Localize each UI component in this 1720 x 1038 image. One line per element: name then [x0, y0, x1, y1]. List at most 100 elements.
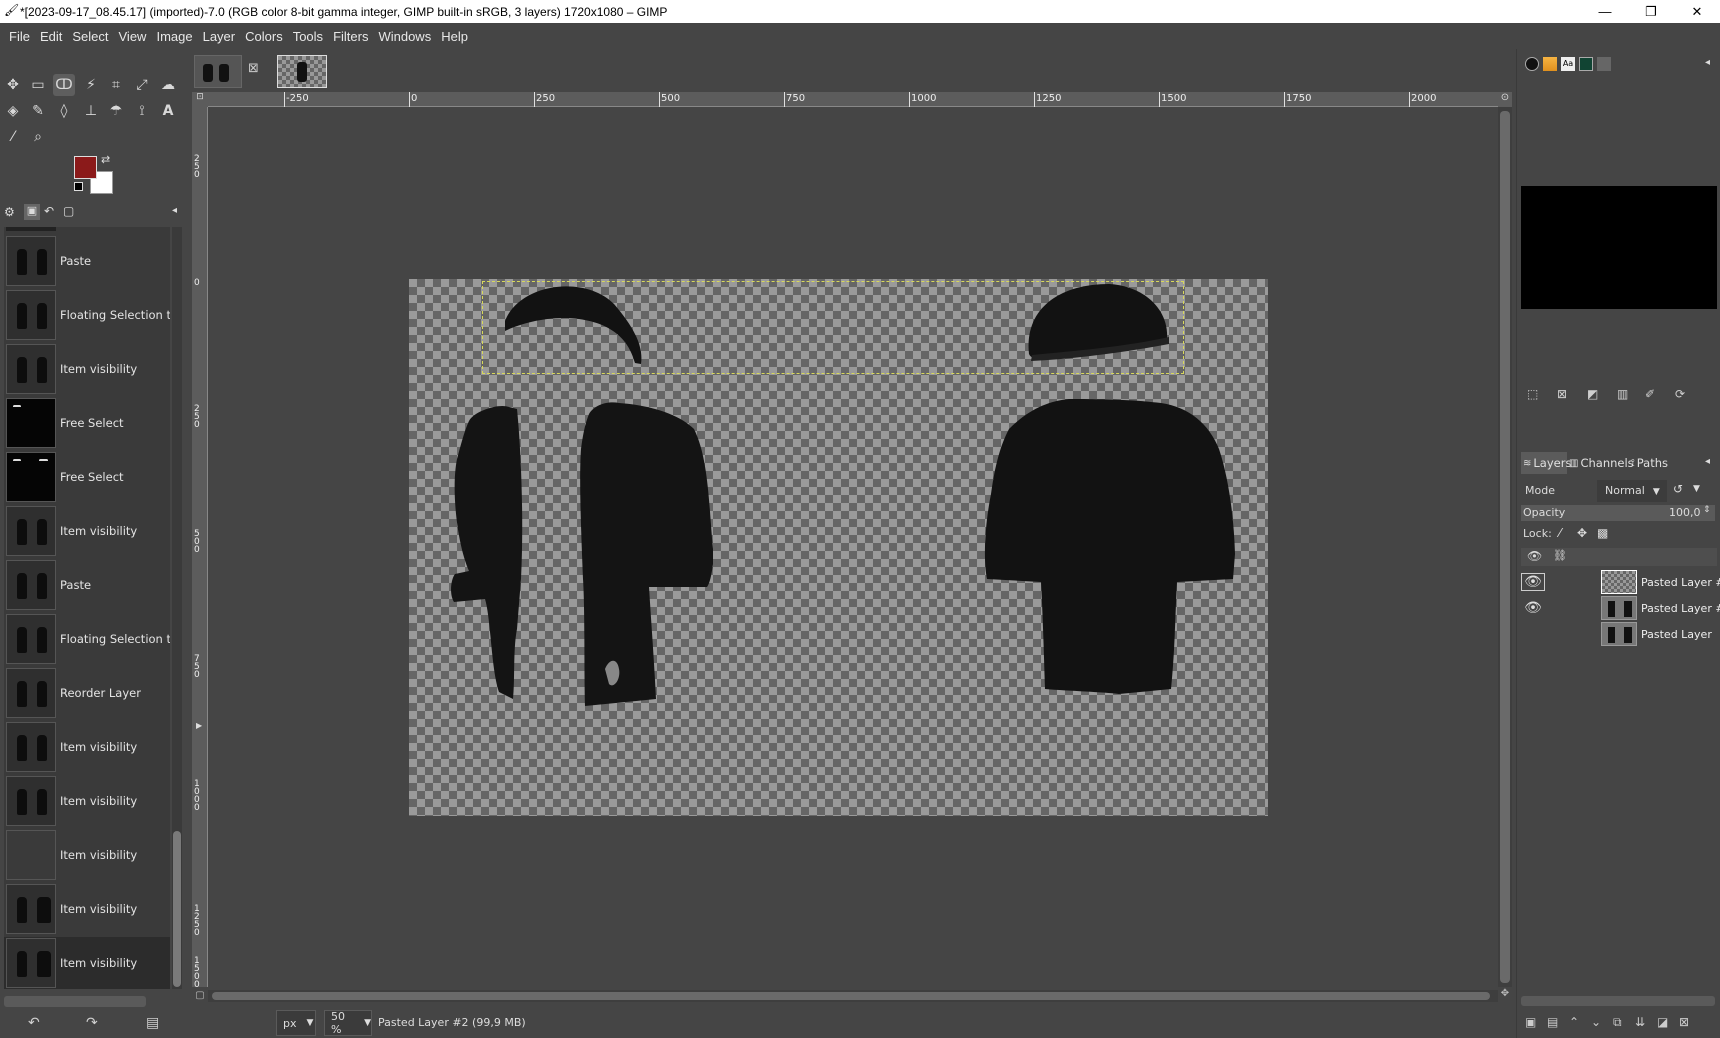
- merge-down-icon[interactable]: ⇊: [1635, 1015, 1645, 1029]
- unit-select[interactable]: px ▼: [276, 1010, 316, 1036]
- text-tool-icon[interactable]: A: [157, 100, 179, 122]
- menu-filters[interactable]: Filters: [328, 29, 373, 44]
- document-history-tab-icon[interactable]: [1579, 57, 1593, 71]
- undo-item[interactable]: Item visibility: [4, 721, 170, 773]
- tab-layers[interactable]: ≋ Layers: [1521, 452, 1571, 474]
- paths-tool-icon[interactable]: ⟟: [131, 100, 153, 122]
- menu-image[interactable]: Image: [151, 29, 197, 44]
- undo-item[interactable]: Free Select: [4, 397, 170, 449]
- image-canvas[interactable]: [409, 279, 1268, 816]
- undo-item[interactable]: Item visibility: [4, 883, 170, 935]
- device-status-tab-icon[interactable]: ▣: [24, 204, 40, 220]
- refresh-icon[interactable]: ⟳: [1675, 387, 1685, 401]
- undo-item[interactable]: Item visibility: [4, 829, 170, 881]
- layer-name[interactable]: Pasted Layer: [1641, 628, 1712, 641]
- layer-row[interactable]: 👁 Pasted Layer #1: [1521, 595, 1720, 621]
- undo-item[interactable]: Floating Selection to L: [4, 289, 170, 341]
- crop-tool-icon[interactable]: ⌗: [105, 74, 127, 96]
- undo-item[interactable]: Reorder Layer: [4, 667, 170, 719]
- edit-icon[interactable]: ◩: [1587, 387, 1598, 401]
- menu-edit[interactable]: Edit: [35, 29, 67, 44]
- color-picker-tool-icon[interactable]: ⁄: [2, 126, 24, 148]
- patterns-tab-icon[interactable]: [1543, 57, 1557, 71]
- fonts-tab-icon[interactable]: Aa: [1561, 57, 1575, 71]
- brushes-tab-icon[interactable]: [1525, 57, 1539, 71]
- columns-icon[interactable]: ▥: [1617, 387, 1628, 401]
- image-tab-2[interactable]: [277, 55, 327, 88]
- configure-tab-icon[interactable]: ◂: [1705, 57, 1710, 68]
- undo-item-selected[interactable]: Item visibility: [4, 937, 170, 989]
- new-group-icon[interactable]: ▤: [1547, 1015, 1558, 1029]
- layer-mask-icon[interactable]: ◪: [1657, 1015, 1668, 1029]
- undo-item[interactable]: Item visibility: [4, 343, 170, 395]
- reset-mode-icon[interactable]: ↺: [1673, 482, 1683, 496]
- foreground-color-swatch[interactable]: [74, 156, 97, 179]
- ruler-corner-icon[interactable]: ⊡: [192, 92, 208, 107]
- configure-tab-icon[interactable]: ◂: [172, 205, 177, 216]
- lock-pixels-icon[interactable]: ⁄: [1559, 526, 1561, 540]
- eraser-tool-icon[interactable]: ◊: [53, 100, 75, 122]
- spin-arrows-icon[interactable]: ⇕: [1703, 505, 1711, 515]
- undo-item[interactable]: Item visibility: [4, 505, 170, 557]
- warp-transform-tool-icon[interactable]: ☁: [157, 74, 179, 96]
- undo-item[interactable]: Paste: [4, 235, 170, 287]
- rect-select-tool-icon[interactable]: ▭: [27, 74, 49, 96]
- undo-item[interactable]: Free Select: [4, 451, 170, 503]
- move-tool-icon[interactable]: ✥: [2, 74, 24, 96]
- menu-tools[interactable]: Tools: [288, 29, 328, 44]
- image-tab-1[interactable]: [194, 55, 242, 88]
- clear-history-icon[interactable]: ▤: [146, 1015, 159, 1031]
- menu-view[interactable]: View: [114, 29, 152, 44]
- undo-scrollbar-thumb[interactable]: [173, 831, 181, 987]
- layer-row[interactable]: 👁 Pasted Layer #2: [1521, 569, 1720, 595]
- quick-mask-icon[interactable]: ▢: [192, 990, 208, 1002]
- menu-windows[interactable]: Windows: [373, 29, 436, 44]
- mode-select[interactable]: Normal ▼: [1597, 480, 1667, 502]
- visibility-eye-icon[interactable]: 👁: [1521, 573, 1545, 591]
- clear-icon[interactable]: ⊠: [1557, 387, 1567, 401]
- paintbrush-tool-icon[interactable]: ✎: [27, 100, 49, 122]
- close-window-button[interactable]: ✕: [1674, 0, 1720, 23]
- layer-name[interactable]: Pasted Layer #1: [1641, 602, 1720, 615]
- zoom-fit-icon[interactable]: ⊙: [1498, 92, 1512, 107]
- lock-alpha-icon[interactable]: ▩: [1597, 526, 1608, 540]
- tab-paths[interactable]: ⟟ Paths: [1631, 452, 1679, 474]
- canvas-hscroll-thumb[interactable]: [212, 992, 1490, 1000]
- chevron-down-icon[interactable]: ▼: [1693, 484, 1700, 494]
- undo-item[interactable]: Paste: [4, 559, 170, 611]
- layer-row[interactable]: Pasted Layer: [1521, 621, 1717, 647]
- duplicate-layer-icon[interactable]: ⧉: [1613, 1015, 1622, 1030]
- zoom-tool-icon[interactable]: ⌕: [27, 126, 49, 148]
- menu-file[interactable]: File: [4, 29, 35, 44]
- unified-transform-tool-icon[interactable]: ⤢: [131, 74, 153, 96]
- close-tab-icon[interactable]: ⊠: [248, 61, 259, 76]
- redo-icon[interactable]: ↷: [86, 1015, 98, 1031]
- default-colors-icon[interactable]: [74, 182, 83, 191]
- images-tab-icon[interactable]: ▢: [63, 204, 74, 218]
- templates-tab-icon[interactable]: [1597, 57, 1611, 71]
- bucket-fill-tool-icon[interactable]: ◈: [2, 100, 24, 122]
- undo-item[interactable]: Floating Selection to L: [4, 613, 170, 665]
- clone-tool-icon[interactable]: ⊥: [80, 100, 102, 122]
- menu-colors[interactable]: Colors: [240, 29, 288, 44]
- maximize-button[interactable]: ❐: [1628, 0, 1674, 23]
- undo-item[interactable]: Item visibility: [4, 775, 170, 827]
- tab-channels[interactable]: ▥ Channels: [1569, 452, 1634, 474]
- delete-layer-icon[interactable]: ⊠: [1679, 1015, 1689, 1029]
- lock-position-icon[interactable]: ✥: [1577, 526, 1587, 540]
- undo-history-tab-icon[interactable]: ↶: [44, 204, 54, 218]
- visibility-eye-icon[interactable]: 👁: [1521, 600, 1545, 616]
- tool-options-tab-icon[interactable]: ⚙: [4, 205, 15, 219]
- brush-edit-icon[interactable]: ✐: [1645, 387, 1655, 401]
- raise-layer-icon[interactable]: ⌃: [1569, 1015, 1579, 1029]
- free-select-tool-icon[interactable]: ↀ: [53, 74, 75, 96]
- canvas-vertical-scrollbar[interactable]: [1498, 107, 1512, 987]
- canvas-horizontal-scrollbar[interactable]: [208, 990, 1498, 1002]
- canvas-vscroll-thumb[interactable]: [1500, 111, 1510, 983]
- undo-icon[interactable]: ↶: [28, 1015, 40, 1031]
- opacity-slider[interactable]: Opacity 100,0 ⇕: [1521, 505, 1715, 521]
- menu-select[interactable]: Select: [67, 29, 113, 44]
- undo-vertical-scrollbar[interactable]: [172, 227, 182, 989]
- undo-horizontal-scrollbar[interactable]: [4, 996, 146, 1007]
- layers-hscrollbar[interactable]: [1521, 996, 1715, 1006]
